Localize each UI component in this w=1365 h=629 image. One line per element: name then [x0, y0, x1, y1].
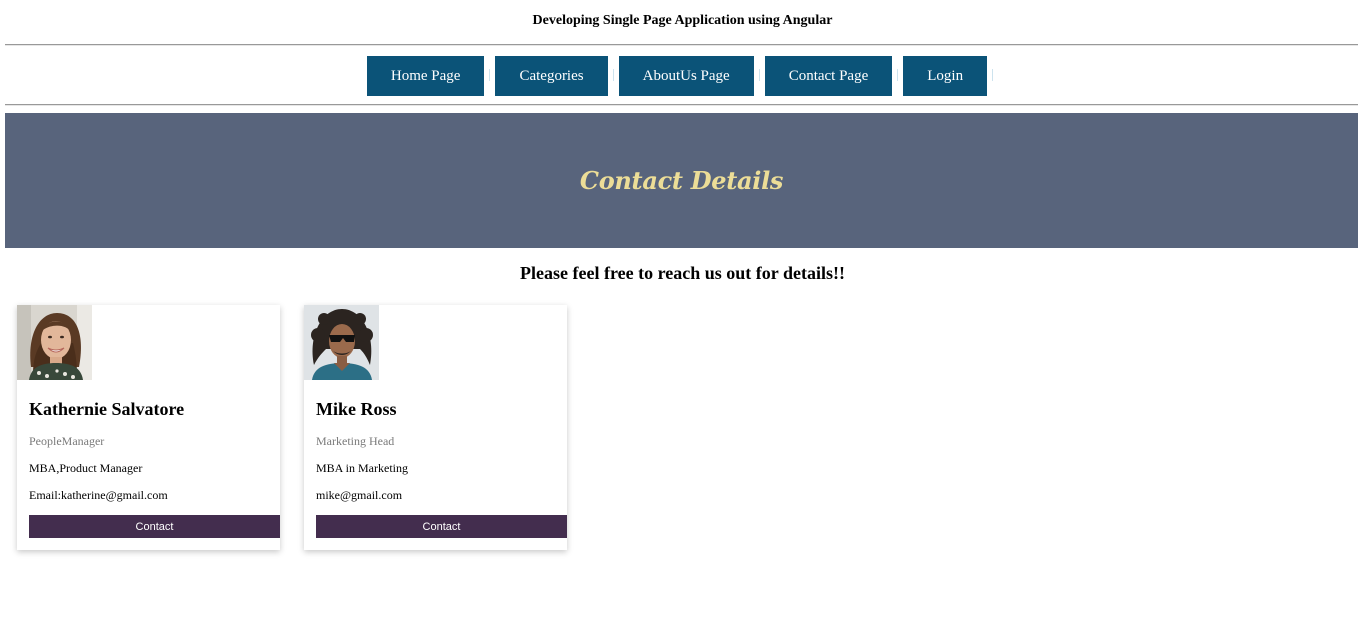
- nav-home-button[interactable]: Home Page: [366, 56, 485, 96]
- nav-item-login-wrap: Login: [903, 56, 998, 96]
- nav-contact-button[interactable]: Contact Page: [764, 56, 893, 96]
- profile-photo: [304, 305, 379, 380]
- nav-item-contact-wrap: Contact Page: [764, 56, 904, 96]
- nav-item-aboutus-wrap: AboutUs Page: [618, 56, 765, 96]
- nav-separator: [484, 69, 495, 83]
- contact-role: Marketing Head: [316, 434, 395, 448]
- bottom-divider: [5, 104, 1358, 106]
- nav-separator: [892, 69, 903, 83]
- main-nav: Home Page Categories AboutUs Page Contac…: [0, 56, 1365, 96]
- contact-email: mike@gmail.com: [316, 488, 403, 502]
- app-title: Developing Single Page Application using…: [532, 13, 833, 28]
- contact-email: Email:katherine@gmail.com: [29, 488, 168, 502]
- nav-item-categories-wrap: Categories: [495, 56, 618, 96]
- nav-separator: [608, 69, 619, 83]
- contact-name: Mike Ross: [316, 399, 397, 419]
- contact-button[interactable]: Contact: [316, 515, 567, 538]
- contact-name: Kathernie Salvatore: [29, 399, 185, 419]
- contact-qualification: MBA in Marketing: [316, 461, 408, 475]
- nav-separator: [754, 69, 765, 83]
- nav-categories-button[interactable]: Categories: [495, 56, 608, 96]
- profile-photo: [17, 305, 92, 380]
- contact-card: Mike Ross Marketing Head MBA in Marketin…: [304, 305, 567, 550]
- banner-title: Contact Details: [579, 166, 784, 195]
- nav-separator: [987, 69, 998, 83]
- contact-qualification: MBA,Product Manager: [29, 461, 143, 475]
- contact-banner: Contact Details: [5, 113, 1358, 248]
- contact-role: PeopleManager: [29, 434, 105, 448]
- nav-aboutus-button[interactable]: AboutUs Page: [618, 56, 754, 96]
- page-subheading: Please feel free to reach us out for det…: [520, 263, 845, 283]
- contact-button[interactable]: Contact: [29, 515, 280, 538]
- top-divider: [5, 44, 1358, 46]
- nav-login-button[interactable]: Login: [903, 56, 988, 96]
- contact-card: Kathernie Salvatore PeopleManager MBA,Pr…: [17, 305, 280, 550]
- nav-item-home-wrap: Home Page: [366, 56, 496, 96]
